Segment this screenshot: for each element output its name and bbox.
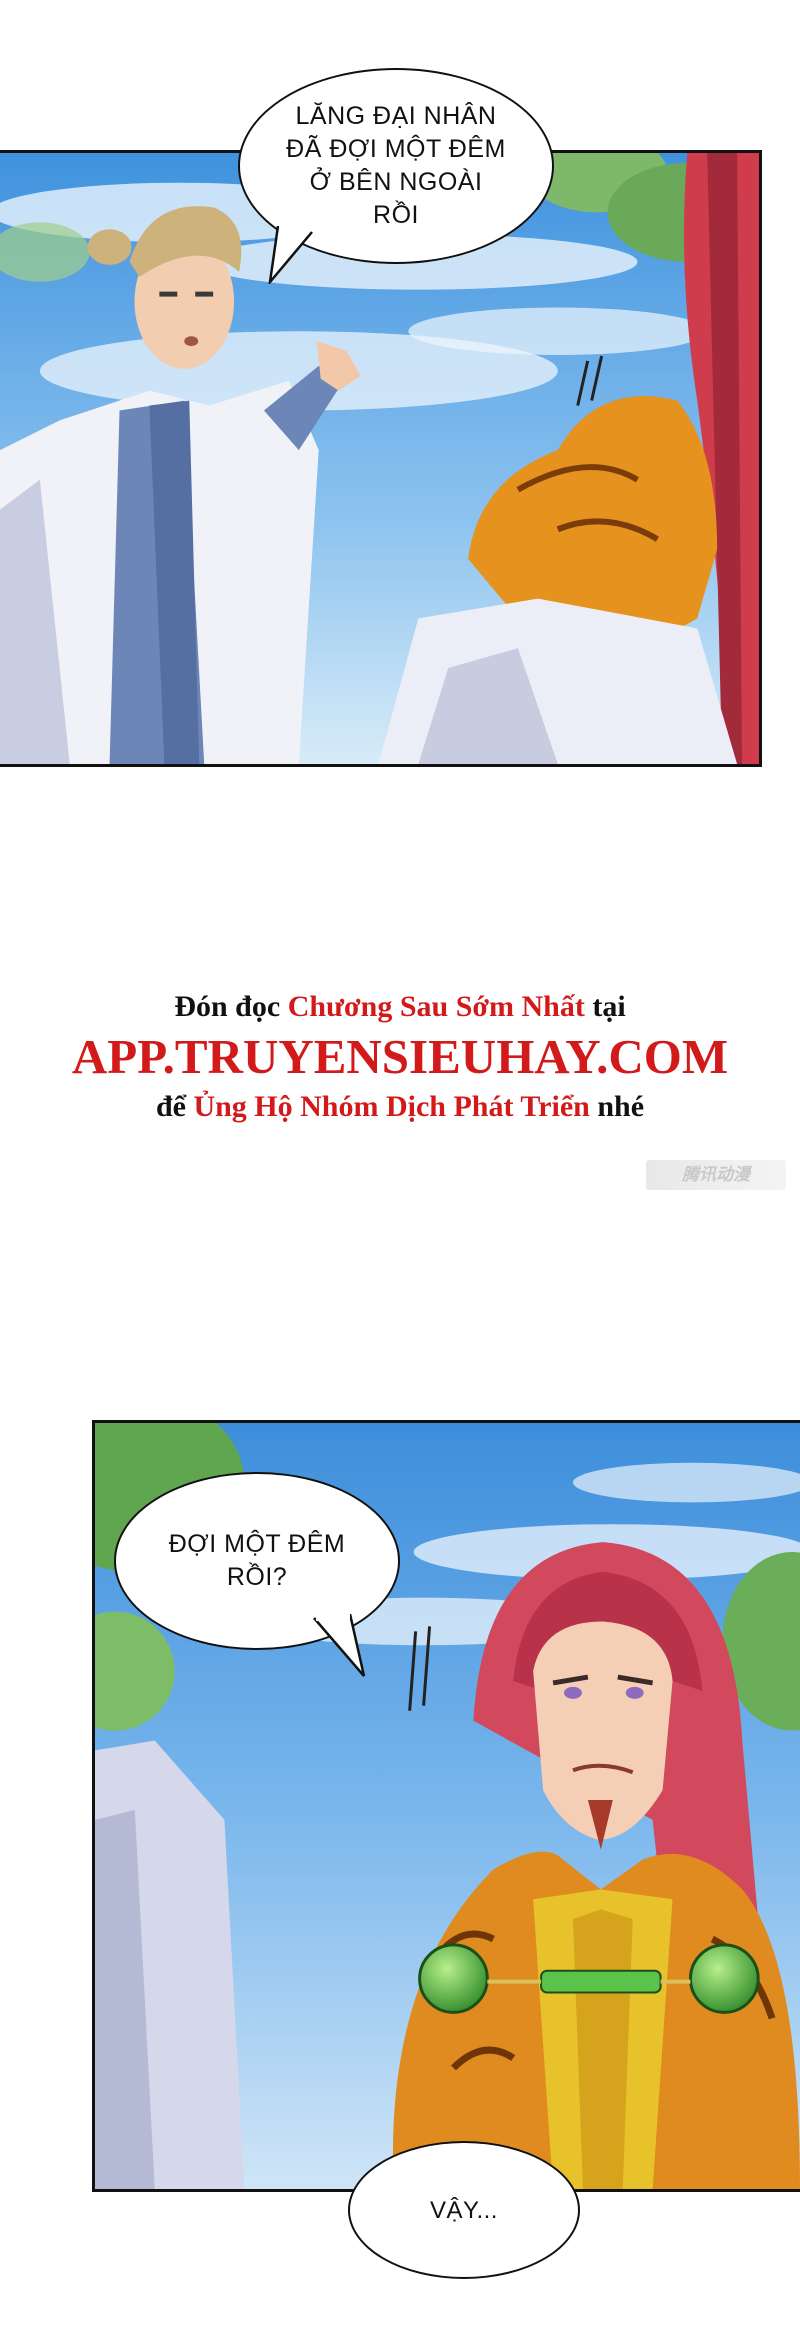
promo-line-3-part-1: để bbox=[155, 1090, 194, 1123]
promo-url[interactable]: APP.TRUYENSIEUHAY.COM bbox=[72, 1029, 728, 1084]
publisher-watermark: 腾讯动漫 bbox=[646, 1160, 786, 1190]
caption-bubble-bottom: VẬY... bbox=[348, 2141, 580, 2279]
promo-line-3-part-2: nhé bbox=[589, 1090, 645, 1123]
promo-line-2[interactable]: APP.TRUYENSIEUHAY.COM bbox=[0, 1028, 800, 1085]
speech-bubble-bottom-tail bbox=[313, 1614, 366, 1677]
promo-line-1: Đón đọc Chương Sau Sớm Nhất tại bbox=[0, 990, 800, 1024]
promo-line-3: để Ủng Hộ Nhóm Dịch Phát Triển nhé bbox=[0, 1090, 800, 1124]
speech-bubble-top-tail bbox=[268, 226, 313, 284]
speech-bubble-bottom-text: ĐỢI MỘT ĐÊM RỒI? bbox=[168, 1530, 346, 1591]
promo-line-1-highlight: Chương Sau Sớm Nhất bbox=[287, 990, 585, 1023]
promo-line-3-highlight: Ủng Hộ Nhóm Dịch Phát Triển bbox=[193, 1090, 590, 1123]
promo-line-1-part-2: tại bbox=[584, 990, 626, 1023]
promo-line-1-part-1: Đón đọc bbox=[174, 990, 288, 1023]
speech-bubble-top-text: LĂNG ĐẠI NHÂN ĐÃ ĐỢI MỘT ĐÊM Ở BÊN NGOÀI… bbox=[286, 102, 506, 229]
caption-bubble-bottom-text: VẬY... bbox=[430, 2196, 498, 2224]
